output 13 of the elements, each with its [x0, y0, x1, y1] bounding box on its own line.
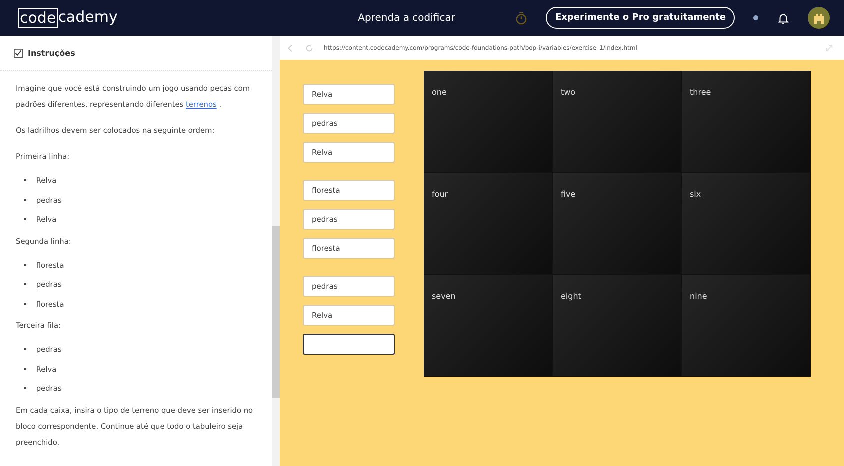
tile-label: eight [561, 292, 582, 301]
tile-label: three [690, 88, 712, 97]
page-title: Aprenda a codificar [357, 12, 456, 24]
try-pro-button[interactable]: Experimente o Pro gratuitamente [546, 7, 735, 29]
tile-label: seven [432, 292, 456, 301]
tile-label: four [432, 190, 448, 199]
logo[interactable]: code cademy [18, 8, 118, 28]
tile-label: nine [690, 292, 708, 301]
tile-label: five [561, 190, 576, 199]
tile-label: six [690, 190, 702, 199]
tile-label: one [432, 88, 447, 97]
instructions-heading: Instruções [28, 48, 76, 58]
tile-label: two [561, 88, 576, 97]
